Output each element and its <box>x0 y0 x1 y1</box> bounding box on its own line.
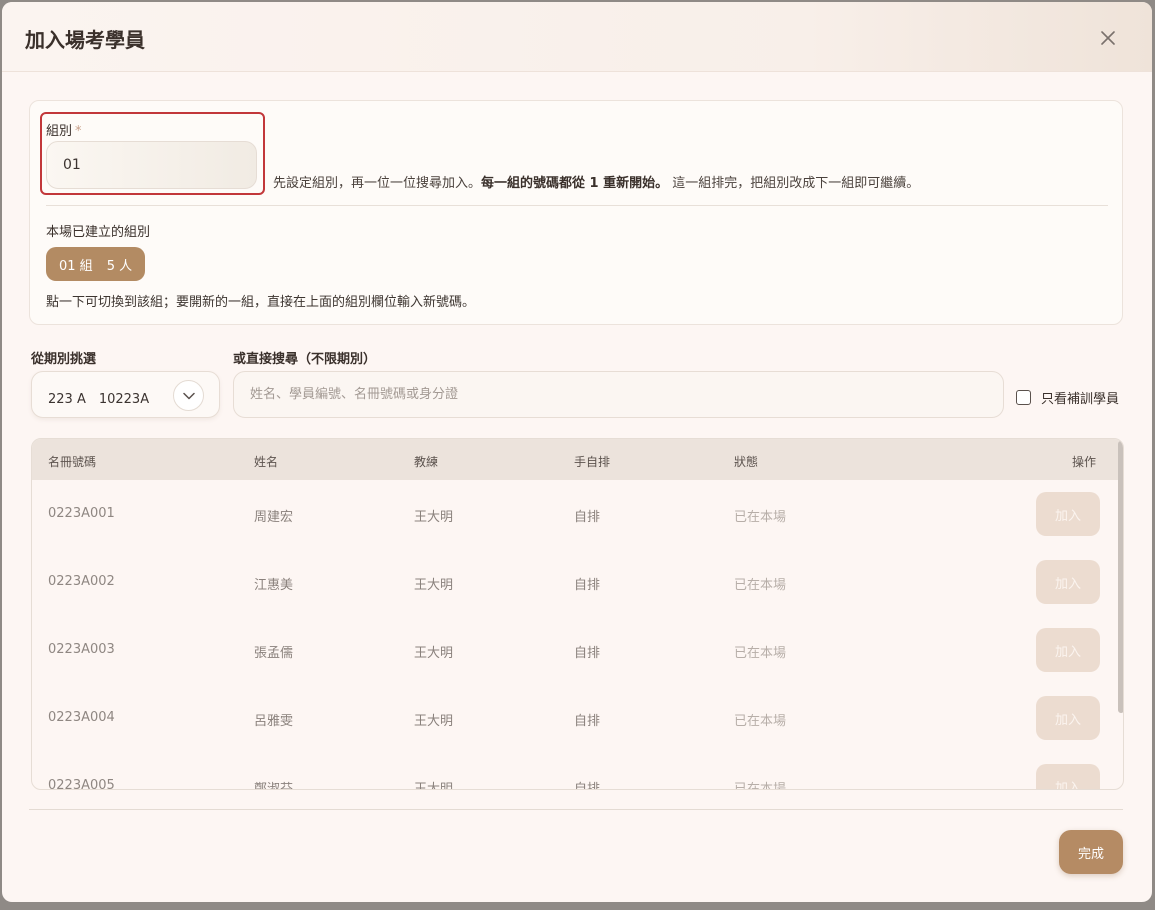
students-table: 名冊號碼 姓名 教練 手自排 狀態 操作 0223A001 周建宏 王大明 自排… <box>31 438 1124 790</box>
period-label: 從期別挑選 <box>31 352 97 367</box>
close-button[interactable] <box>1096 26 1120 50</box>
group-card: 組別* 先設定組別，再一位一位搜尋加入。每一組的號碼都從 1 重新開始。 這一組… <box>29 100 1123 325</box>
period-value: 223 A 10223A <box>48 392 150 407</box>
coach-name: 王大明 <box>414 714 454 729</box>
table-row: 0223A005 鄭淑芬 王大明 自排 已在本場 加入 <box>32 752 1115 790</box>
close-icon <box>1101 31 1115 45</box>
roster-number: 0223A003 <box>48 642 115 657</box>
status-text: 已在本場 <box>734 578 787 593</box>
header-coach: 教練 <box>414 455 439 469</box>
group-chip-01[interactable]: 01 組 5 人 <box>46 247 146 281</box>
transmission-type: 自排 <box>574 578 601 593</box>
modal-title: 加入場考學員 <box>25 28 145 52</box>
add-button[interactable]: 加入 <box>1036 492 1100 536</box>
switch-group-hint: 點一下可切換到該組；要開新的一組，直接在上面的組別欄位輸入新號碼。 <box>46 295 476 310</box>
student-name: 江惠美 <box>254 578 294 593</box>
header-transmission: 手自排 <box>574 455 611 469</box>
scrollbar-thumb[interactable] <box>1118 441 1123 713</box>
coach-name: 王大明 <box>414 782 454 790</box>
chevron-down-icon <box>182 392 195 399</box>
group-input[interactable] <box>46 141 257 189</box>
divider <box>46 205 1108 206</box>
status-text: 已在本場 <box>734 782 787 790</box>
table-scrollbar[interactable] <box>1115 439 1123 789</box>
table-row: 0223A002 江惠美 王大明 自排 已在本場 加入 <box>32 548 1115 616</box>
modal-header: 加入場考學員 <box>2 2 1152 72</box>
add-button[interactable]: 加入 <box>1036 764 1100 789</box>
transmission-type: 自排 <box>574 782 601 790</box>
group-label: 組別 * <box>46 124 82 139</box>
student-name: 張孟儒 <box>254 646 294 661</box>
table-row: 0223A004 呂雅雯 王大明 自排 已在本場 加入 <box>32 684 1115 752</box>
header-action: 操作 <box>1072 455 1097 469</box>
coach-name: 王大明 <box>414 578 454 593</box>
student-name: 呂雅雯 <box>254 714 294 729</box>
status-text: 已在本場 <box>734 714 787 729</box>
period-select[interactable]: 223 A 10223A <box>31 371 220 418</box>
roster-number: 0223A002 <box>48 574 115 589</box>
student-name: 鄭淑芬 <box>254 782 294 790</box>
done-button[interactable]: 完成 <box>1059 830 1123 874</box>
existing-groups-label: 本場已建立的組別 <box>46 225 151 240</box>
makeup-only-label: 只看補訓學員 <box>1041 392 1120 407</box>
makeup-only-filter[interactable]: 只看補訓學員 <box>1016 388 1119 407</box>
add-button[interactable]: 加入 <box>1036 628 1100 672</box>
table-header: 名冊號碼 姓名 教練 手自排 狀態 操作 <box>32 439 1123 480</box>
roster-number: 0223A004 <box>48 710 115 725</box>
required-mark: * <box>75 124 82 139</box>
roster-number: 0223A005 <box>48 778 115 790</box>
coach-name: 王大明 <box>414 646 454 661</box>
footer-divider <box>29 809 1123 810</box>
table-row: 0223A001 周建宏 王大明 自排 已在本場 加入 <box>32 480 1115 548</box>
header-status: 狀態 <box>734 455 759 469</box>
transmission-type: 自排 <box>574 510 601 525</box>
coach-name: 王大明 <box>414 510 454 525</box>
header-roster-number: 名冊號碼 <box>48 455 97 469</box>
makeup-only-checkbox[interactable] <box>1016 390 1031 405</box>
transmission-type: 自排 <box>574 646 601 661</box>
group-chip-name: 01 組 <box>59 258 93 274</box>
period-dropdown-button[interactable] <box>173 380 204 411</box>
table-row: 0223A003 張孟儒 王大明 自排 已在本場 加入 <box>32 616 1115 684</box>
add-button[interactable]: 加入 <box>1036 560 1100 604</box>
roster-number: 0223A001 <box>48 506 115 521</box>
search-input[interactable] <box>233 371 1004 418</box>
status-text: 已在本場 <box>734 510 787 525</box>
group-hint: 先設定組別，再一位一位搜尋加入。每一組的號碼都從 1 重新開始。 這一組排完，把… <box>273 176 920 191</box>
status-text: 已在本場 <box>734 646 787 661</box>
group-chip-count: 5 人 <box>106 258 133 274</box>
transmission-type: 自排 <box>574 714 601 729</box>
add-exam-students-modal: 加入場考學員 組別* 先設定組別，再一位一位搜尋加入。每一組的號碼都從 1 重新… <box>2 2 1152 902</box>
add-button[interactable]: 加入 <box>1036 696 1100 740</box>
header-name: 姓名 <box>254 455 279 469</box>
search-label: 或直接搜尋（不限期別） <box>233 352 377 367</box>
student-name: 周建宏 <box>254 510 294 525</box>
